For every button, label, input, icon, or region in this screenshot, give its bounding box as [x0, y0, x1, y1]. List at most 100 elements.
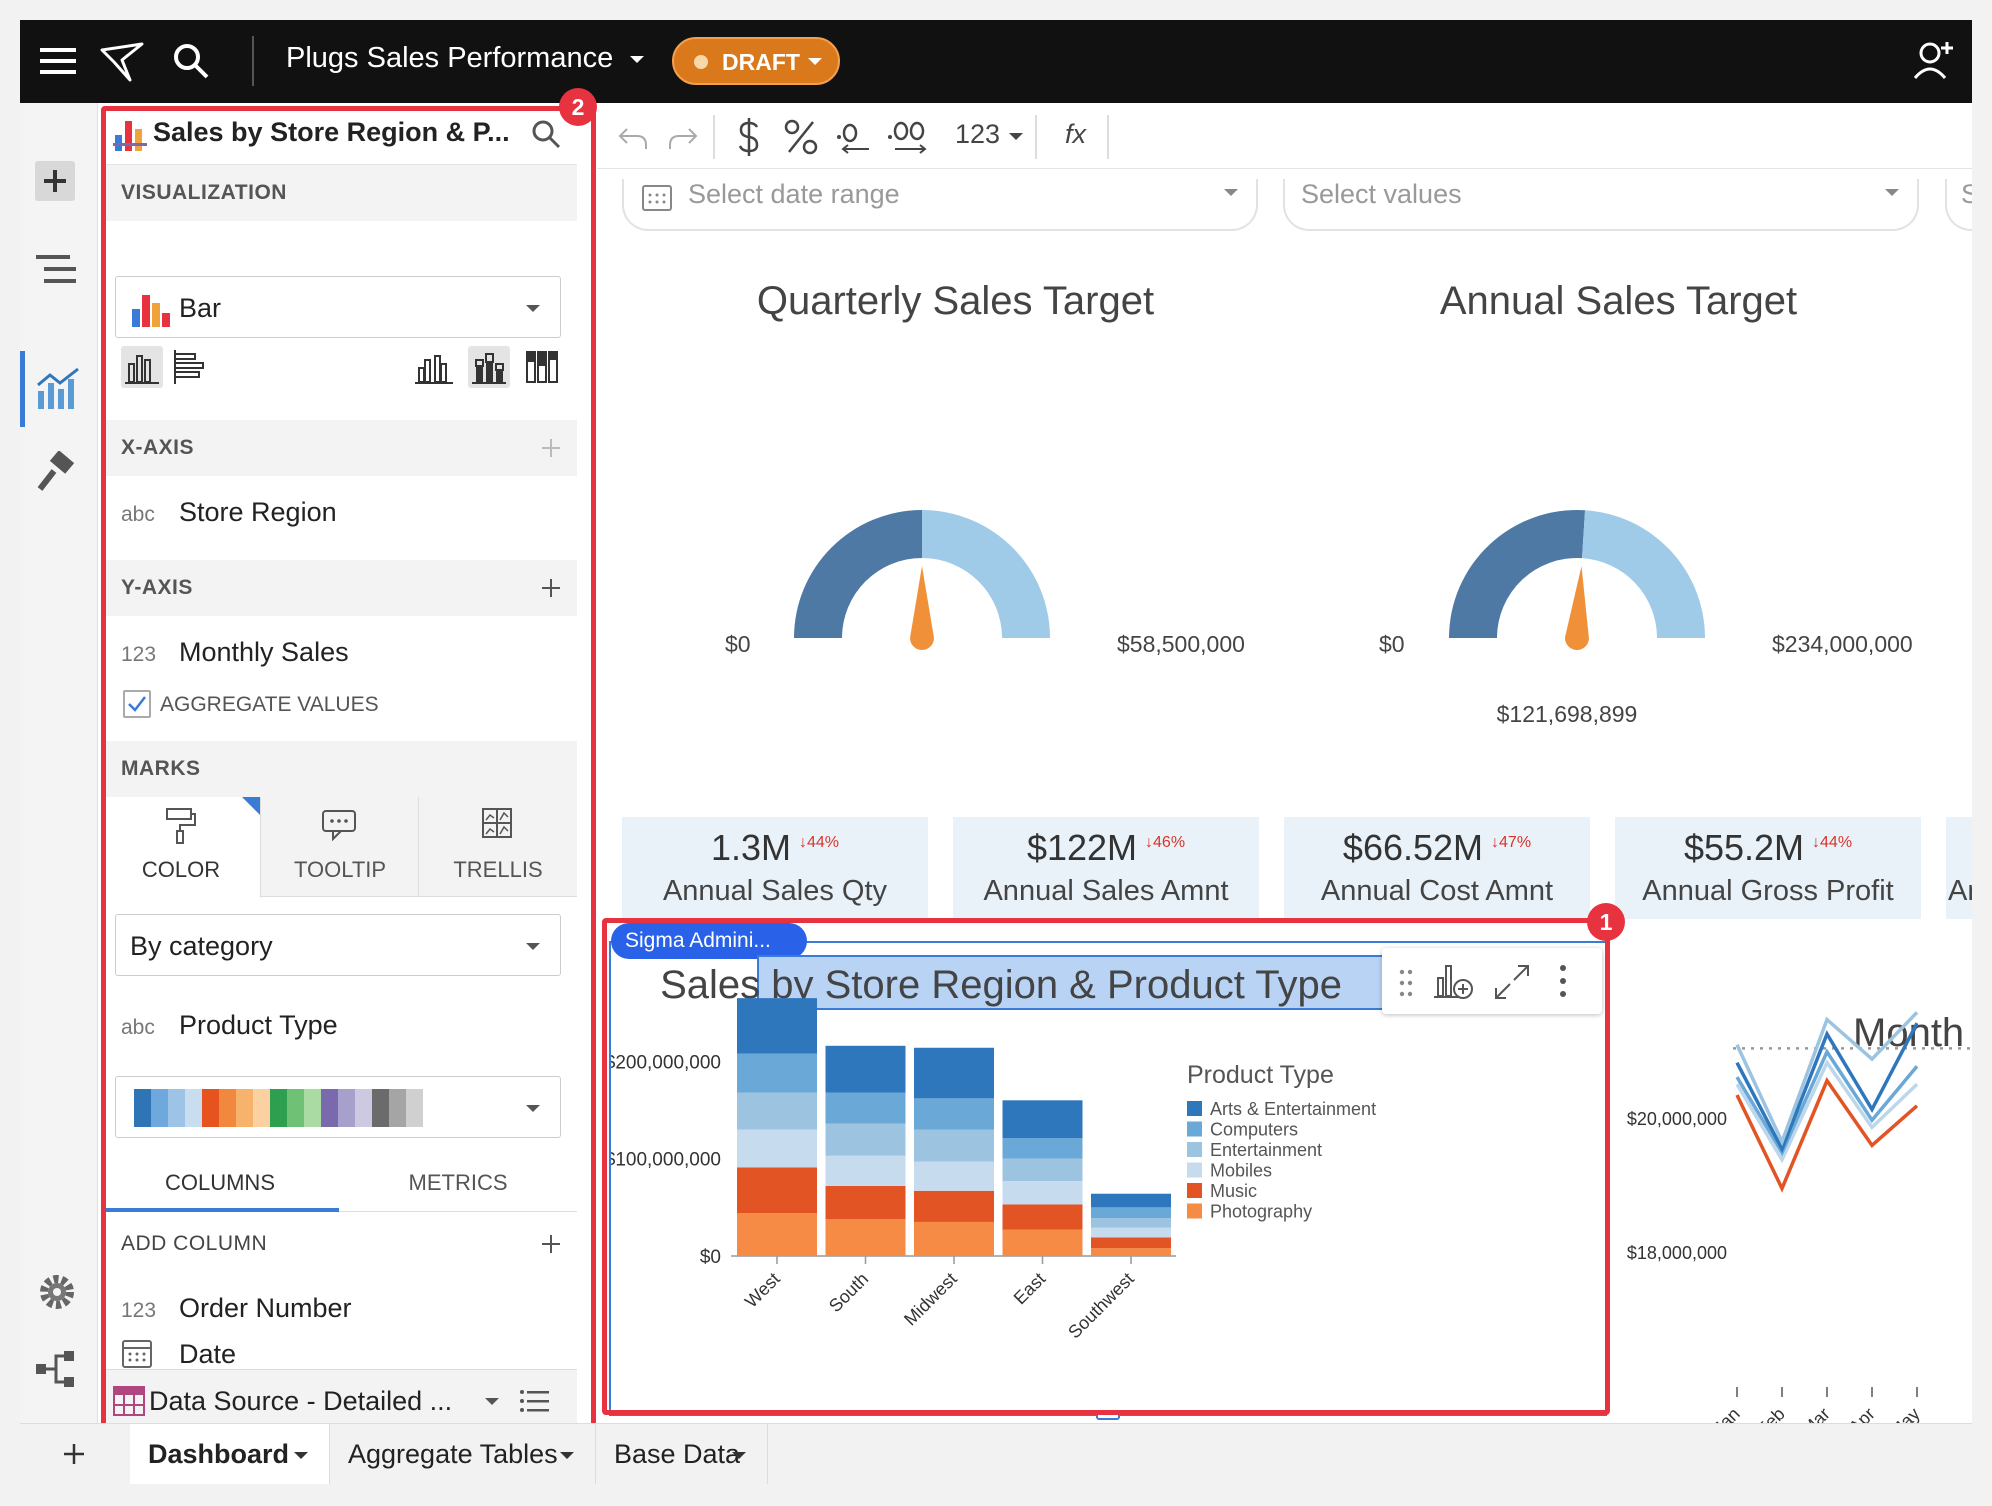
bar-segment[interactable] — [914, 1190, 994, 1222]
x-axis-add-icon[interactable] — [541, 438, 561, 458]
third-filter[interactable]: Se — [1945, 179, 1972, 231]
bar-segment[interactable] — [825, 1045, 906, 1093]
bar-segment[interactable] — [1002, 1158, 1083, 1182]
legend-item[interactable]: Arts & Entertainment — [1210, 1099, 1376, 1119]
legend-item[interactable]: Photography — [1210, 1202, 1312, 1222]
kpi-annual-sales-amnt[interactable]: $122M ↓46% Annual Sales Amnt — [953, 817, 1259, 919]
bar-segment[interactable] — [825, 1155, 906, 1186]
bar-segment[interactable] — [1091, 1218, 1171, 1228]
columns-tab[interactable]: COLUMNS — [101, 1156, 339, 1212]
bar-segment[interactable] — [1002, 1204, 1083, 1230]
redo-icon[interactable] — [667, 123, 699, 151]
kpi-annual-cost-amnt[interactable]: $66.52M ↓47% Annual Cost Amnt — [1284, 817, 1590, 919]
bar-segment[interactable] — [825, 1185, 906, 1220]
bar-segment[interactable] — [825, 1092, 906, 1124]
percent-format-icon[interactable] — [783, 119, 819, 155]
bar-segment[interactable] — [737, 1213, 817, 1256]
sheet-tab-base-data[interactable]: Base Data — [596, 1424, 768, 1484]
values-filter[interactable]: Select values — [1283, 179, 1919, 231]
stacked-bars-icon[interactable] — [468, 346, 510, 388]
color-mode-select[interactable]: By category — [115, 914, 561, 976]
bar-segment[interactable] — [914, 1161, 994, 1191]
full-stacked-bars-icon[interactable] — [521, 346, 563, 388]
fx-icon[interactable]: fx — [1065, 119, 1086, 150]
lineage-icon[interactable] — [34, 1349, 80, 1389]
bar-segment[interactable] — [1002, 1181, 1083, 1205]
sheet-tab-aggregate-tables[interactable]: Aggregate Tables — [330, 1424, 596, 1484]
bar-segment[interactable] — [737, 1167, 817, 1214]
list-icon[interactable] — [519, 1388, 549, 1414]
search-icon[interactable] — [172, 42, 210, 80]
kpi-annual-gross-profit[interactable]: $55.2M ↓44% Annual Gross Profit — [1615, 817, 1921, 919]
horizontal-bars-icon[interactable] — [169, 346, 211, 388]
sigma-logo[interactable] — [100, 42, 144, 82]
x-axis-field[interactable]: Store Region — [179, 497, 337, 528]
currency-format-icon[interactable] — [735, 117, 763, 157]
kpi-annual-sales-qty[interactable]: 1.3M ↓44% Annual Sales Qty — [622, 817, 928, 919]
metrics-tab[interactable]: METRICS — [339, 1156, 577, 1212]
data-source-bar[interactable]: Data Source - Detailed ... — [101, 1369, 577, 1431]
sheet-tab-dashboard[interactable]: Dashboard — [130, 1424, 330, 1484]
settings-gear-icon[interactable] — [36, 1271, 78, 1313]
y-axis-field[interactable]: Monthly Sales — [179, 637, 349, 668]
date-range-filter[interactable]: Select date range — [622, 179, 1258, 231]
kpi-partial[interactable]: Ann — [1946, 817, 1972, 919]
legend-item[interactable]: Music — [1210, 1181, 1257, 1201]
y-axis-add-icon[interactable] — [541, 578, 561, 598]
palette-select[interactable] — [115, 1076, 561, 1138]
column-order-number[interactable]: Order Number — [179, 1293, 352, 1324]
aggregate-checkbox[interactable] — [123, 690, 151, 718]
bar-segment[interactable] — [914, 1129, 994, 1162]
color-field[interactable]: Product Type — [179, 1010, 338, 1041]
legend-item[interactable]: Entertainment — [1210, 1140, 1322, 1160]
marks-tab-color[interactable]: COLOR — [101, 797, 261, 898]
add-user-icon[interactable] — [1912, 38, 1956, 82]
format-brush-icon[interactable] — [36, 450, 78, 493]
bar-segment[interactable] — [825, 1219, 906, 1256]
bar-segment[interactable] — [1002, 1229, 1083, 1256]
legend-item[interactable]: Mobiles — [1210, 1161, 1272, 1181]
page-overview-icon[interactable] — [34, 253, 78, 289]
bar-segment[interactable] — [1002, 1100, 1083, 1139]
bar-segment[interactable] — [737, 1092, 817, 1130]
data-source-label: Data Source - Detailed ... — [149, 1386, 453, 1416]
bar-segment[interactable] — [914, 1221, 994, 1256]
increase-decimals-icon[interactable] — [885, 117, 931, 157]
bar-segment[interactable] — [737, 998, 817, 1054]
data-source-chevron-down-icon — [485, 1398, 499, 1405]
grouped-bars-icon[interactable] — [413, 346, 455, 388]
title-chevron-down-icon[interactable] — [630, 56, 644, 63]
column-date[interactable]: Date — [179, 1339, 236, 1370]
palette-swatch — [406, 1089, 423, 1127]
chart-type-select[interactable]: Bar — [115, 276, 561, 338]
draft-status-button[interactable]: DRAFT — [672, 37, 840, 85]
bar-segment[interactable] — [1091, 1248, 1171, 1256]
bar-segment[interactable] — [737, 1053, 817, 1093]
bar-segment[interactable] — [825, 1123, 906, 1156]
bar-segment[interactable] — [737, 1129, 817, 1168]
number-format-label[interactable]: 123 — [955, 119, 1000, 150]
bar-segment[interactable] — [1091, 1193, 1171, 1208]
bar-segment[interactable] — [914, 1098, 994, 1130]
formula-input[interactable] — [1111, 113, 1961, 159]
bar-segment[interactable] — [1091, 1207, 1171, 1219]
element-properties-icon[interactable] — [34, 365, 82, 413]
decrease-decimals-icon[interactable] — [833, 117, 873, 157]
add-column-plus-icon[interactable] — [541, 1234, 561, 1254]
marks-tab-tooltip[interactable]: TOOLTIP — [261, 797, 419, 897]
bar-segment[interactable] — [1091, 1237, 1171, 1249]
add-sheet-icon[interactable] — [62, 1442, 86, 1466]
number-format-chevron-down-icon[interactable] — [1009, 133, 1023, 140]
undo-icon[interactable] — [617, 123, 649, 151]
panel-search-icon[interactable] — [531, 119, 561, 149]
vertical-bars-icon[interactable] — [121, 346, 163, 388]
workbook-title[interactable]: Plugs Sales Performance — [286, 42, 613, 75]
element-title[interactable]: Sales by Store Region & P... — [153, 117, 510, 148]
bar-segment[interactable] — [1002, 1138, 1083, 1159]
add-element-icon[interactable] — [35, 161, 75, 201]
legend-item[interactable]: Computers — [1210, 1120, 1298, 1140]
marks-tab-trellis[interactable]: TRELLIS — [419, 797, 577, 897]
bar-segment[interactable] — [1091, 1227, 1171, 1238]
bar-segment[interactable] — [914, 1047, 994, 1099]
menu-icon[interactable] — [40, 46, 76, 76]
